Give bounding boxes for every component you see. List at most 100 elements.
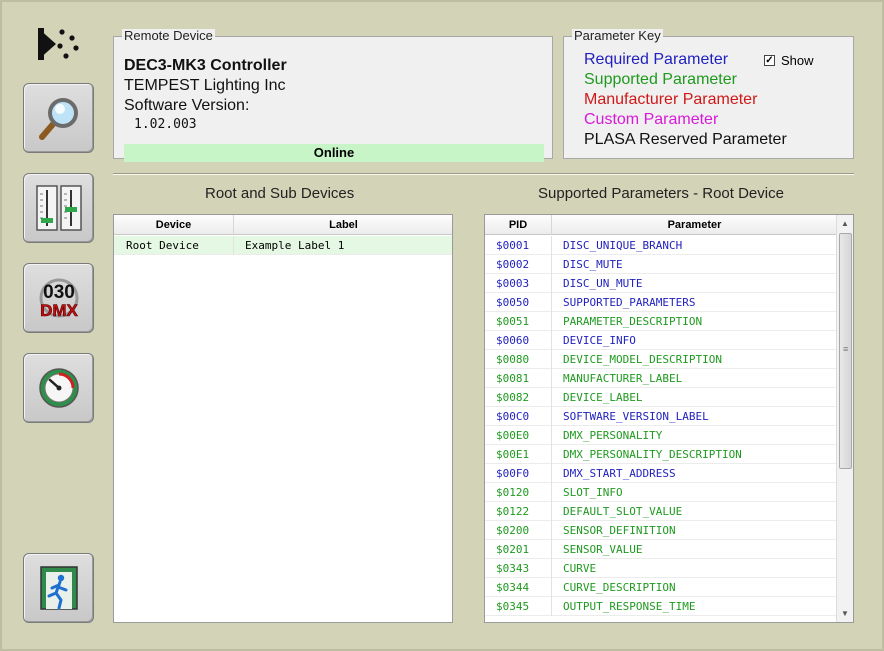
search-devices-button[interactable] [23,83,94,153]
pid-cell: $0080 [485,350,552,369]
parameter-cell: CURVE [563,562,597,575]
column-header-device[interactable]: Device [114,215,234,235]
table-row[interactable]: $00E1 DMX_PERSONALITY_DESCRIPTION [485,445,837,464]
remote-device-title: Remote Device [122,28,215,43]
dmx-address-icon: 030 DMX [39,278,78,320]
dmx-address-label: DMX [40,301,78,320]
status-badge: Online [124,144,544,162]
parameter-key-title: Parameter Key [572,28,663,43]
table-row[interactable]: $0343 CURVE [485,559,837,578]
key-manufacturer: Manufacturer Parameter [584,91,758,108]
pid-cell: $0001 [485,236,552,255]
table-row[interactable]: $0051 PARAMETER_DESCRIPTION [485,312,837,331]
software-version-label: Software Version: [124,97,250,114]
dmx-address-button[interactable]: 030 DMX [23,263,94,333]
pid-cell: $00E1 [485,445,552,464]
parameter-key-panel: Parameter Key Required Parameter Support… [563,29,854,159]
parameter-cell: DMX_PERSONALITY_DESCRIPTION [563,448,742,461]
params-section-title: Supported Parameters - Root Device [538,185,784,202]
pid-cell: $0051 [485,312,552,331]
pid-cell: $0122 [485,502,552,521]
parameter-cell: DEVICE_MODEL_DESCRIPTION [563,353,722,366]
parameter-cell: DEVICE_LABEL [563,391,643,404]
exit-button[interactable] [23,553,94,623]
parameter-cell: OUTPUT_RESPONSE_TIME [563,600,696,613]
table-row[interactable]: $0082 DEVICE_LABEL [485,388,837,407]
check-icon[interactable]: ✓ [764,55,775,66]
devices-table[interactable]: Device Label Root Device Example Label 1 [113,214,453,623]
exit-icon [39,566,78,610]
parameter-cell: PARAMETER_DESCRIPTION [563,315,703,328]
table-row[interactable]: $0003 DISC_UN_MUTE [485,274,837,293]
table-row[interactable]: $0200 SENSOR_DEFINITION [485,521,837,540]
pid-cell: $00E0 [485,426,552,445]
pid-cell: $00F0 [485,464,552,483]
table-row[interactable]: Root Device Example Label 1 [114,236,452,255]
parameter-cell: DMX_START_ADDRESS [563,467,676,480]
show-label: Show [781,53,814,68]
pid-cell: $0003 [485,274,552,293]
scroll-up-icon[interactable]: ▲ [837,215,853,232]
table-row[interactable]: $0344 CURVE_DESCRIPTION [485,578,837,597]
parameter-cell: DEFAULT_SLOT_VALUE [563,505,683,518]
table-row[interactable]: $0122 DEFAULT_SLOT_VALUE [485,502,837,521]
parameter-cell: DMX_PERSONALITY [563,429,663,442]
table-row[interactable]: $0081 MANUFACTURER_LABEL [485,369,837,388]
key-plasa-reserved: PLASA Reserved Parameter [584,131,787,148]
table-row[interactable]: $00F0 DMX_START_ADDRESS [485,464,837,483]
dmx-faders-button[interactable] [23,173,94,243]
divider [113,173,854,175]
device-manufacturer: TEMPEST Lighting Inc [124,77,286,94]
device-cell: Root Device [114,236,234,255]
pid-cell: $0081 [485,369,552,388]
remote-device-panel: Remote Device DEC3-MK3 Controller TEMPES… [113,29,553,162]
pid-cell: $0082 [485,388,552,407]
table-row[interactable]: $0345 OUTPUT_RESPONSE_TIME [485,597,837,616]
pid-cell: $0201 [485,540,552,559]
parameter-cell: SLOT_INFO [563,486,623,499]
pid-cell: $0200 [485,521,552,540]
pid-cell: $0050 [485,293,552,312]
table-row[interactable]: $0002 DISC_MUTE [485,255,837,274]
parameter-cell: SOFTWARE_VERSION_LABEL [563,410,709,423]
gauge-button[interactable] [23,353,94,423]
column-header-pid[interactable]: PID [485,215,552,235]
parameter-cell: SUPPORTED_PARAMETERS [563,296,696,309]
show-checkbox[interactable]: ✓ Show [764,53,814,68]
device-model: DEC3-MK3 Controller [124,57,287,74]
column-header-label[interactable]: Label [234,215,452,235]
key-supported: Supported Parameter [584,71,737,88]
label-cell: Example Label 1 [245,239,345,252]
parameter-cell: CURVE_DESCRIPTION [563,581,676,594]
devices-table-header: Device Label [114,215,452,235]
parameter-cell: DISC_UN_MUTE [563,277,643,290]
table-row[interactable]: $0001 DISC_UNIQUE_BRANCH [485,236,837,255]
app-logo-icon [36,24,84,64]
column-header-parameter[interactable]: Parameter [552,215,837,235]
pid-cell: $0120 [485,483,552,502]
parameter-cell: DEVICE_INFO [563,334,636,347]
parameter-cell: DISC_MUTE [563,258,623,271]
key-required: Required Parameter [584,51,729,68]
table-row[interactable]: $00C0 SOFTWARE_VERSION_LABEL [485,407,837,426]
parameters-table[interactable]: PID Parameter $0001 DISC_UNIQUE_BRANCH $00… [484,214,854,623]
pid-cell: $0345 [485,597,552,616]
table-row[interactable]: $00E0 DMX_PERSONALITY [485,426,837,445]
scroll-down-icon[interactable]: ▼ [837,605,853,622]
parameter-cell: SENSOR_DEFINITION [563,524,676,537]
table-row[interactable]: $0080 DEVICE_MODEL_DESCRIPTION [485,350,837,369]
faders-icon [35,185,82,231]
parameters-scrollbar[interactable]: ▲ ≡ ▼ [836,215,853,622]
parameter-cell: MANUFACTURER_LABEL [563,372,683,385]
magnifier-icon [38,98,78,140]
pid-cell: $0343 [485,559,552,578]
table-row[interactable]: $0201 SENSOR_VALUE [485,540,837,559]
scroll-thumb[interactable]: ≡ [839,233,852,469]
pid-cell: $0344 [485,578,552,597]
parameters-table-header: PID Parameter [485,215,837,235]
pid-cell: $0002 [485,255,552,274]
table-row[interactable]: $0050 SUPPORTED_PARAMETERS [485,293,837,312]
pid-cell: $00C0 [485,407,552,426]
table-row[interactable]: $0060 DEVICE_INFO [485,331,837,350]
table-row[interactable]: $0120 SLOT_INFO [485,483,837,502]
